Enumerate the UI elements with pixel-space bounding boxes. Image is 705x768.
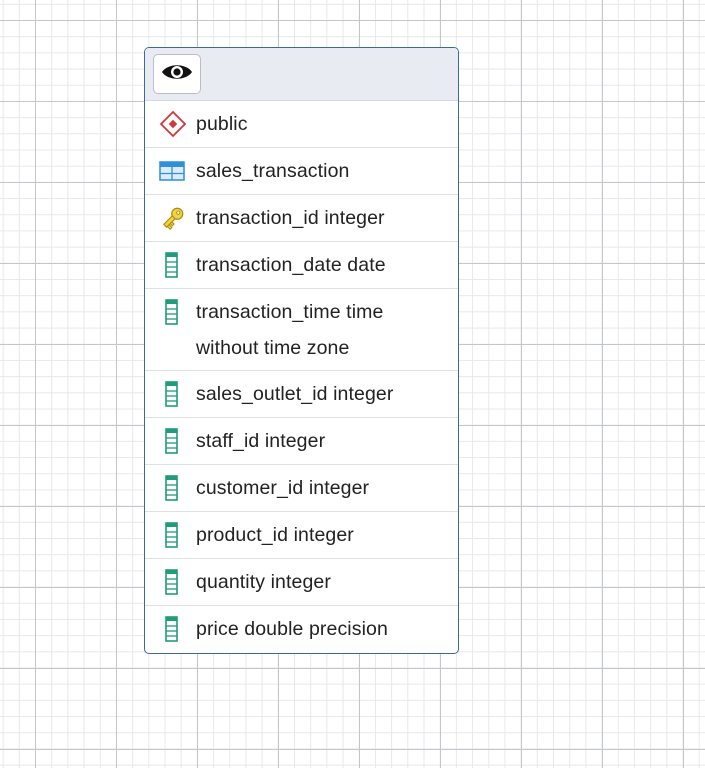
column-label: transaction_time time without time zone xyxy=(196,301,384,359)
column-row: sales_outlet_id integer xyxy=(145,371,458,418)
primary-key-icon xyxy=(159,205,189,231)
column-row: product_id integer xyxy=(145,512,458,559)
table-grid-icon xyxy=(159,158,189,184)
column-label: transaction_id integer xyxy=(196,207,385,229)
column-icon xyxy=(159,428,189,454)
column-row: transaction_id integer xyxy=(145,195,458,242)
column-icon xyxy=(159,522,189,548)
column-label: quantity integer xyxy=(196,571,331,593)
table-name-label: sales_transaction xyxy=(196,160,350,182)
column-icon xyxy=(159,381,189,407)
schema-label: public xyxy=(196,113,248,135)
column-row: transaction_time time without time zone xyxy=(145,289,458,371)
eye-icon xyxy=(160,62,194,87)
column-label: sales_outlet_id integer xyxy=(196,383,394,405)
table-name-row: sales_transaction xyxy=(145,148,458,195)
column-icon xyxy=(159,569,189,595)
schema-row: public xyxy=(145,101,458,148)
column-icon xyxy=(159,616,189,642)
column-label: staff_id integer xyxy=(196,430,326,452)
table-node[interactable]: public sales_transaction transaction_id … xyxy=(144,47,459,654)
column-row: staff_id integer xyxy=(145,418,458,465)
column-row: transaction_date date xyxy=(145,242,458,289)
column-label: transaction_date date xyxy=(196,254,386,276)
node-header xyxy=(145,48,458,101)
column-icon xyxy=(159,475,189,501)
column-label: customer_id integer xyxy=(196,477,370,499)
column-label: product_id integer xyxy=(196,524,354,546)
column-icon xyxy=(159,299,189,325)
erd-canvas[interactable]: public sales_transaction transaction_id … xyxy=(0,0,705,768)
column-label: price double precision xyxy=(196,618,388,640)
toggle-details-button[interactable] xyxy=(153,54,201,94)
column-row: quantity integer xyxy=(145,559,458,606)
column-row: customer_id integer xyxy=(145,465,458,512)
column-row: price double precision xyxy=(145,606,458,653)
column-icon xyxy=(159,252,189,278)
schema-diamond-icon xyxy=(159,110,189,138)
